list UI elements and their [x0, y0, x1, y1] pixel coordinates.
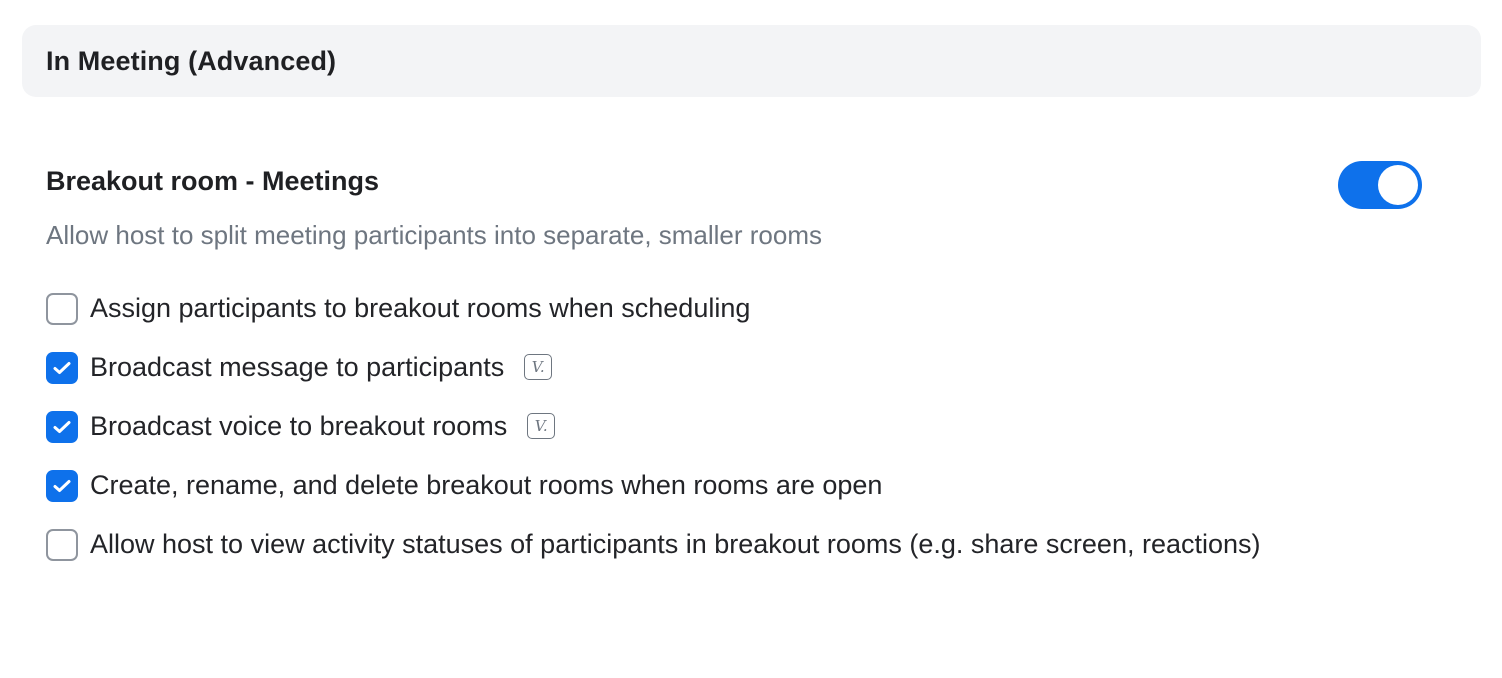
section-title: In Meeting (Advanced) [46, 45, 337, 76]
option-broadcast-message: Broadcast message to participants V. [46, 352, 553, 385]
breakout-room-toggle[interactable] [1338, 161, 1422, 209]
setting-title: Breakout room - Meetings [46, 166, 380, 196]
checkbox-broadcast-message[interactable] [46, 352, 78, 384]
option-label: Assign participants to breakout rooms wh… [90, 293, 751, 323]
checkbox-view-activity-statuses[interactable] [46, 529, 78, 561]
option-label: Broadcast voice to breakout rooms [90, 411, 508, 441]
option-label: Broadcast message to participants [90, 352, 505, 382]
option-create-rename-delete: Create, rename, and delete breakout room… [46, 470, 882, 503]
option-label: Create, rename, and delete breakout room… [90, 470, 883, 500]
option-label: Allow host to view activity statuses of … [90, 529, 1261, 559]
version-badge-icon[interactable]: V. [524, 354, 553, 380]
toggle-knob [1378, 165, 1418, 205]
option-view-activity-statuses: Allow host to view activity statuses of … [46, 529, 1290, 562]
checkmark-icon [53, 421, 71, 433]
checkbox-create-rename-delete[interactable] [46, 470, 78, 502]
option-assign-participants: Assign participants to breakout rooms wh… [46, 293, 750, 326]
checkbox-broadcast-voice[interactable] [46, 411, 78, 443]
setting-description: Allow host to split meeting participants… [46, 220, 823, 250]
section-header: In Meeting (Advanced) [22, 25, 1481, 97]
option-broadcast-voice: Broadcast voice to breakout rooms V. [46, 411, 556, 444]
checkmark-icon [53, 480, 71, 492]
checkbox-assign-participants[interactable] [46, 293, 78, 325]
version-badge-icon[interactable]: V. [527, 413, 556, 439]
checkmark-icon [53, 362, 71, 374]
